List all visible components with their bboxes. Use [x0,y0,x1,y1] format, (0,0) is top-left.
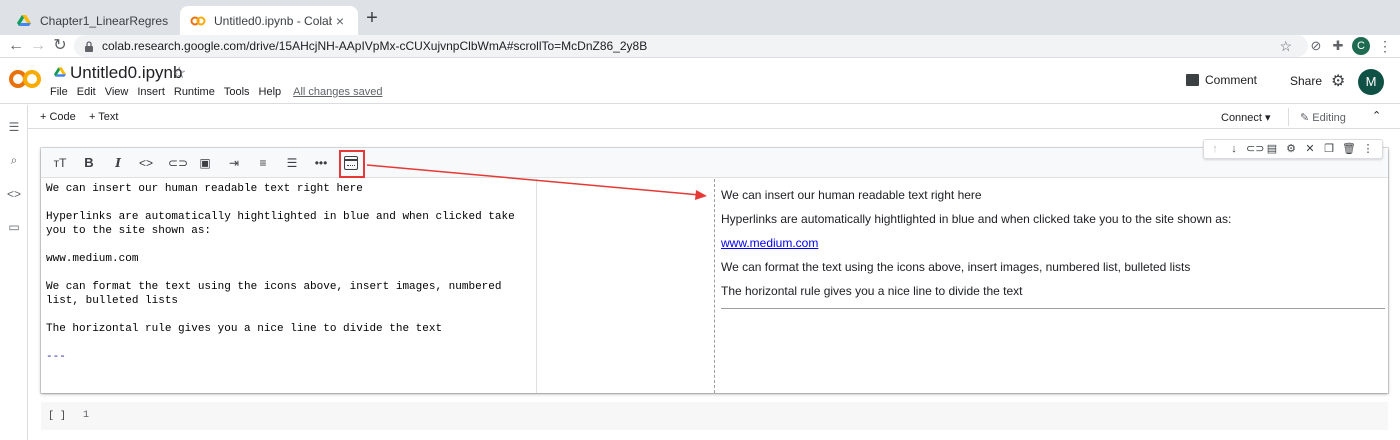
source-line: The horizontal rule gives you a nice lin… [46,323,443,335]
editing-mode-button[interactable]: ✎ Editing [1300,111,1346,124]
menu-insert[interactable]: Insert [137,86,165,98]
text-cell[interactable]: тT B I <> ⊂⊃ ▣ ⇥ ≡ ☰ ••• ↑ ↓ ⊂⊃ ▤ ⚙ ✕ ❐ … [41,139,1388,393]
side-rail: ☰ ⌕ <> ▭ [0,105,28,440]
colab-header: Untitled0.ipynb ☆ File Edit View Insert … [0,58,1400,104]
google-drive-icon [16,13,32,29]
preview-paragraph: We can insert our human readable text ri… [721,188,982,202]
code-cell[interactable]: [ ] 1 [41,402,1388,430]
connect-button[interactable]: Connect ▾ [1221,111,1271,124]
browser-profile-avatar[interactable]: C [1352,37,1370,55]
menu-file[interactable]: File [50,86,68,98]
browser-toolbar: ← → ↻ colab.research.google.com/drive/15… [0,35,1400,58]
mirror-cell-icon[interactable]: ✕ [1303,142,1317,156]
new-tab-button[interactable]: + [362,8,382,29]
menu-help[interactable]: Help [259,86,282,98]
collapse-header-icon[interactable]: ⌃ [1372,109,1381,122]
copy-cell-icon[interactable]: ❐ [1322,142,1336,156]
share-button[interactable]: Share [1290,74,1322,88]
move-up-icon[interactable]: ↑ [1208,142,1222,156]
tab-title: Chapter1_LinearRegression - C [40,13,168,28]
markdown-editor[interactable]: We can insert our human readable text ri… [41,179,537,393]
add-text-button[interactable]: + Text [89,111,118,123]
menu-runtime[interactable]: Runtime [174,86,215,98]
files-folder-icon[interactable]: ▭ [7,220,21,234]
add-comment-icon[interactable]: ▤ [1265,142,1279,156]
bulleted-list-icon[interactable]: ☰ [284,155,300,171]
source-line: We can format the text using the icons a… [46,281,502,307]
puzzle-extensions-icon[interactable]: ✚ [1330,38,1346,54]
code-icon[interactable]: <> [138,155,154,171]
table-of-contents-icon[interactable]: ☰ [7,120,21,134]
toggle-preview-icon[interactable] [344,156,358,170]
source-line-hr: --- [46,351,66,363]
google-drive-icon [54,67,66,77]
browser-tab-chapter1[interactable]: Chapter1_LinearRegression - C [6,6,178,35]
markdown-preview: We can insert our human readable text ri… [721,179,1388,393]
browser-tab-strip: Chapter1_LinearRegression - C Untitled0.… [0,0,1400,35]
notebook-toolbar: + Code + Text Connect ▾ ✎ Editing ⌃ [28,105,1400,129]
source-line: We can insert our human readable text ri… [46,183,363,195]
editing-label: Editing [1312,112,1346,124]
notebook-main: тT B I <> ⊂⊃ ▣ ⇥ ≡ ☰ ••• ↑ ↓ ⊂⊃ ▤ ⚙ ✕ ❐ … [28,130,1400,440]
menu-tools[interactable]: Tools [224,86,250,98]
star-notebook-icon[interactable]: ☆ [172,63,186,83]
preview-paragraph: The horizontal rule gives you a nice lin… [721,284,1023,298]
cell-action-toolbar: ↑ ↓ ⊂⊃ ▤ ⚙ ✕ ❐ 🗑 ⋮ [1203,139,1383,159]
toolbar-divider [1288,108,1289,126]
notebook-title[interactable]: Untitled0.ipynb [70,63,182,83]
line-number: 1 [83,410,90,421]
lock-icon [85,40,93,52]
user-avatar[interactable]: M [1358,69,1384,95]
bold-icon[interactable]: B [81,155,97,171]
save-status[interactable]: All changes saved [293,86,382,98]
gear-icon[interactable]: ⚙ [1331,71,1345,91]
numbered-list-icon[interactable]: ≡ [255,155,271,171]
text-size-icon[interactable]: тT [52,155,68,171]
rendered-horizontal-rule [721,308,1385,309]
bookmark-star-icon[interactable]: ☆ [1279,38,1292,55]
source-line: Hyperlinks are automatically hightlighte… [46,211,515,237]
colab-icon [190,13,206,29]
reload-icon[interactable]: ↻ [50,36,70,56]
link-icon[interactable]: ⊂⊃ [168,155,188,171]
url-text: colab.research.google.com/drive/15AHcjNH… [102,39,648,53]
move-down-icon[interactable]: ↓ [1227,142,1241,156]
blocked-extension-icon[interactable]: ⊘ [1308,38,1324,54]
medium-link[interactable]: www.medium.com [721,236,818,250]
cell-settings-icon[interactable]: ⚙ [1284,142,1298,156]
delete-cell-icon[interactable]: 🗑 [1342,142,1356,156]
run-cell-button[interactable]: [ ] [48,411,66,422]
colab-logo[interactable] [8,68,42,96]
add-code-button[interactable]: + Code [40,111,76,123]
browser-menu-icon[interactable]: ⋮ [1378,37,1392,55]
preview-paragraph: We can format the text using the icons a… [721,260,1191,274]
preview-paragraph: Hyperlinks are automatically hightlighte… [721,212,1232,226]
comment-label: Comment [1205,73,1258,87]
comment-button[interactable]: Comment [1186,73,1257,87]
menu-edit[interactable]: Edit [77,86,96,98]
menu-bar: File Edit View Insert Runtime Tools Help… [50,86,391,98]
back-arrow-icon[interactable]: ← [6,36,26,56]
close-tab-icon[interactable]: × [332,13,348,29]
image-icon[interactable]: ▣ [197,155,213,171]
indent-icon[interactable]: ⇥ [226,155,242,171]
search-icon[interactable]: ⌕ [7,153,21,167]
address-bar[interactable]: colab.research.google.com/drive/15AHcjNH… [74,35,1308,57]
browser-tab-untitled0[interactable]: Untitled0.ipynb - Colaboratory × [180,6,358,35]
code-snippets-icon[interactable]: <> [7,187,21,201]
more-options-icon[interactable]: ⋮ [1361,142,1375,156]
link-to-cell-icon[interactable]: ⊂⊃ [1246,142,1264,156]
editor-preview-divider [538,179,715,393]
comment-icon [1186,74,1199,86]
horizontal-rule-icon[interactable]: ••• [313,155,329,171]
forward-arrow-icon[interactable]: → [28,36,48,56]
text-format-toolbar: тT B I <> ⊂⊃ ▣ ⇥ ≡ ☰ ••• [41,148,1388,178]
tab-title: Untitled0.ipynb - Colaboratory [214,13,332,28]
menu-view[interactable]: View [105,86,129,98]
italic-icon[interactable]: I [110,155,126,171]
source-line: www.medium.com [46,253,139,265]
